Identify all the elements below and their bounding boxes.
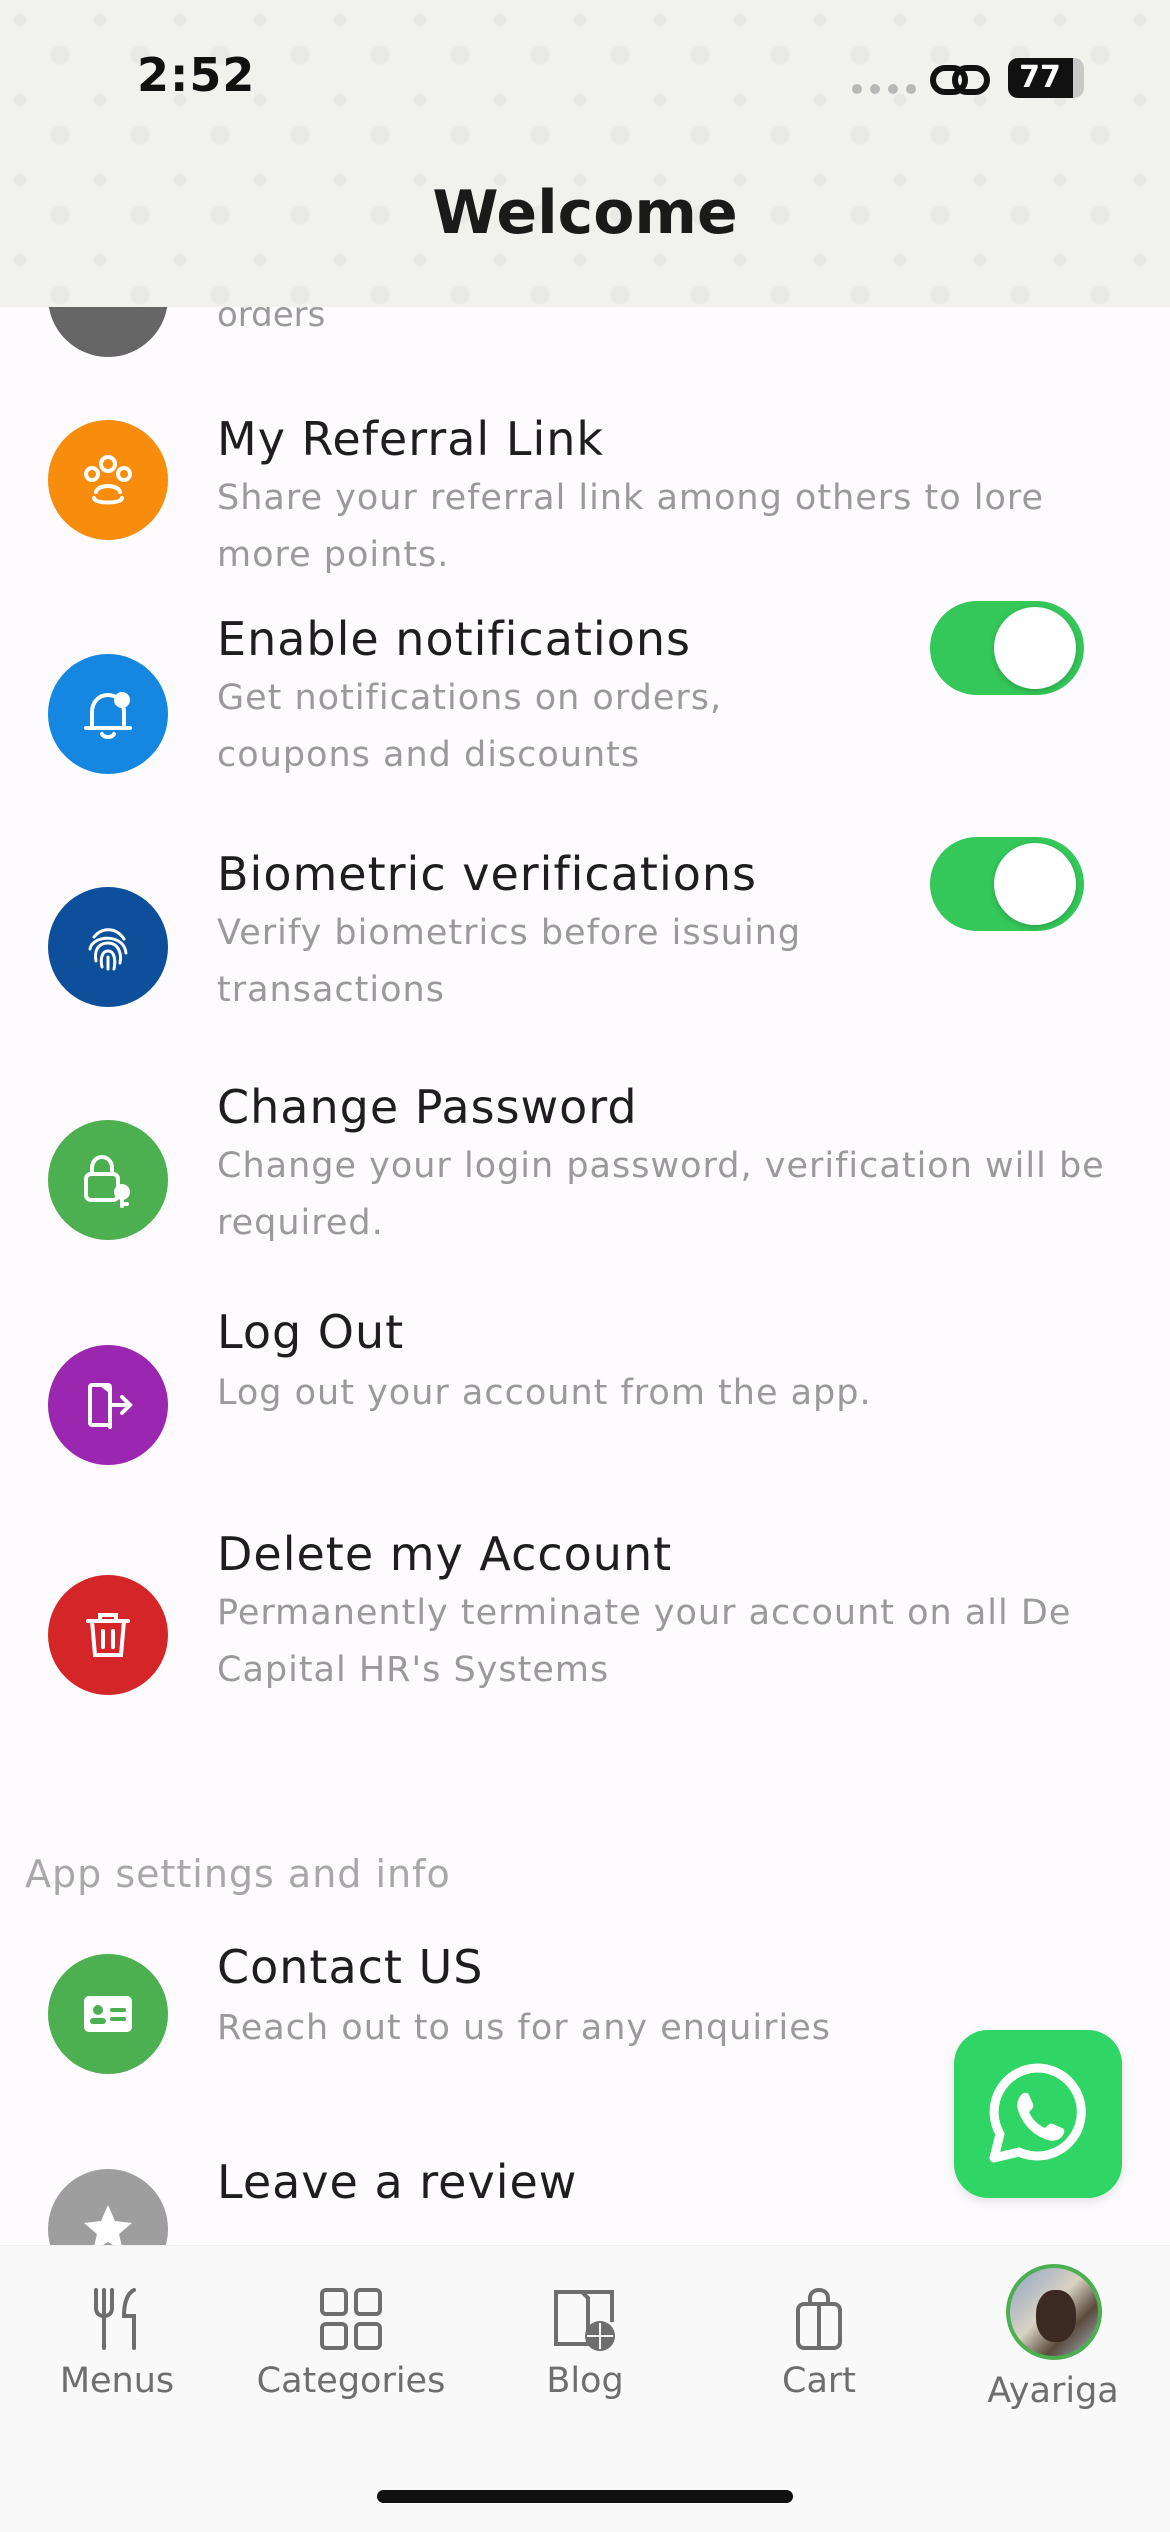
home-indicator[interactable] — [377, 2490, 793, 2503]
list-item-subtitle: Change your login password, verification… — [217, 1146, 1105, 1243]
notifications-toggle[interactable] — [930, 601, 1084, 695]
tab-categories[interactable]: Categories — [234, 2246, 468, 2466]
page-title: Welcome — [432, 178, 738, 248]
cellular-signal-icon — [852, 84, 916, 94]
tab-label: Blog — [546, 2361, 624, 2401]
logout-icon — [48, 1345, 168, 1465]
status-bar: 2:52 77 — [0, 0, 1170, 150]
list-item-title: Biometric verifications — [217, 847, 757, 901]
list-item-subtitle: Share your referral link among others to… — [217, 478, 1045, 575]
tab-blog[interactable]: Blog — [468, 2246, 702, 2466]
users-icon — [48, 420, 168, 540]
tab-bar: Menus Categories Blog Cart Ayariga — [0, 2245, 1170, 2532]
lock-key-icon — [48, 1120, 168, 1240]
list-item-title: Change Password — [217, 1080, 638, 1134]
tab-label: Ayariga — [987, 2371, 1119, 2411]
book-globe-icon — [554, 2290, 615, 2351]
list-item-subtitle: Get notifications on orders, coupons and… — [217, 678, 723, 775]
battery-icon: 77 — [1008, 58, 1084, 98]
list-item-title: Delete my Account — [217, 1527, 673, 1581]
list-item-subtitle: orders — [217, 307, 326, 335]
tab-menus[interactable]: Menus — [0, 2246, 234, 2466]
tab-cart[interactable]: Cart — [702, 2246, 936, 2466]
list-item-subtitle: Log out your account from the app. — [217, 1373, 872, 1413]
tab-label: Cart — [782, 2361, 856, 2401]
tab-label: Categories — [256, 2361, 446, 2401]
list-item-title: My Referral Link — [217, 412, 605, 466]
fingerprint-icon — [48, 887, 168, 1007]
contact-card-icon — [48, 1954, 168, 2074]
avatar — [1006, 2264, 1102, 2360]
settings-icon — [48, 307, 168, 357]
shopping-bag-icon — [796, 2287, 842, 2350]
bell-icon — [48, 654, 168, 774]
settings-list[interactable]: orders My Referral Link Share your refer… — [0, 307, 1170, 2245]
hotspot-link-icon — [930, 65, 990, 95]
grid-icon — [320, 2288, 382, 2350]
tab-profile[interactable]: Ayariga — [936, 2246, 1170, 2466]
list-item-title: Log Out — [217, 1305, 405, 1359]
biometric-toggle[interactable] — [930, 837, 1084, 931]
whatsapp-button[interactable] — [954, 2030, 1122, 2198]
list-item-subtitle: Permanently terminate your account on al… — [217, 1593, 1072, 1690]
section-header: App settings and info — [25, 1852, 451, 1896]
list-item-title: Contact US — [217, 1940, 484, 1994]
battery-percent: 77 — [1019, 60, 1061, 95]
trash-icon — [48, 1575, 168, 1695]
list-item-subtitle: Verify biometrics before issuing transac… — [217, 913, 802, 1010]
list-item-title: Leave a review — [217, 2155, 578, 2209]
status-time: 2:52 — [137, 48, 256, 102]
tab-label: Menus — [59, 2361, 175, 2401]
fork-knife-icon — [94, 2288, 136, 2350]
star-icon — [48, 2169, 168, 2245]
whatsapp-icon — [989, 2063, 1086, 2163]
list-item-title: Enable notifications — [217, 612, 691, 666]
